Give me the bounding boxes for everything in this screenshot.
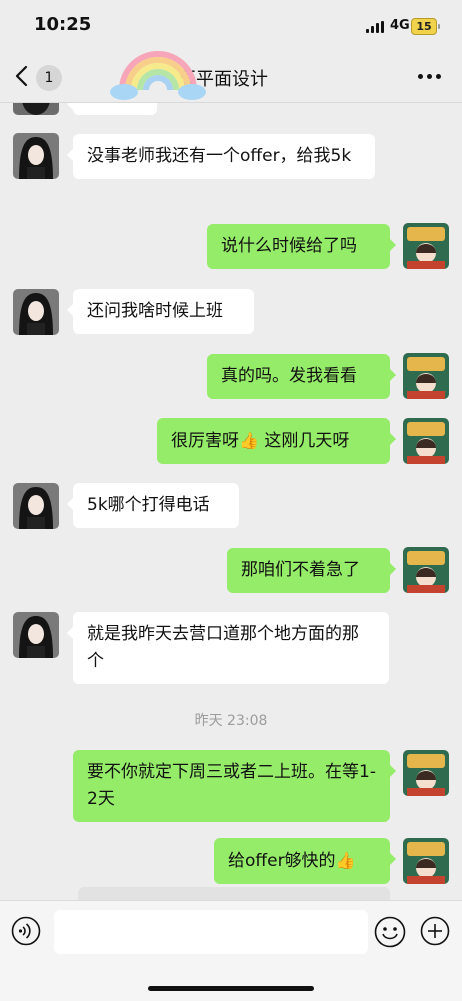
my-avatar[interactable] [403,418,449,464]
contact-avatar[interactable] [13,483,59,529]
message-bubble[interactable]: 还问我啥时候上班 [67,289,254,334]
message-text: 说什么时候给了吗 [221,236,357,256]
message-bubble[interactable]: 那咱们不着急了 [227,548,396,593]
message-text: 还问我啥时候上班 [87,301,223,321]
emoji-icon[interactable] [374,916,406,948]
my-avatar[interactable] [403,353,449,399]
signal-icon [366,21,384,33]
thumbs-up-emoji: 👍 [335,851,356,870]
chat-timestamp: 昨天 23:08 [194,713,268,729]
message-text: 就是我昨天去营口道那个地方面的那个 [87,624,359,671]
contact-avatar[interactable] [13,612,59,658]
status-bar: 10:25 4G 15 [0,0,462,52]
thumbs-up-emoji: 👍 [239,431,259,450]
message-bubble[interactable]: 给offer够快的👍 [214,838,396,884]
message-text: 这刚几天呀 [258,431,350,451]
contact-avatar[interactable] [13,289,59,335]
my-avatar[interactable] [403,223,449,269]
message-text: 没事老师我还有一个offer，给我5k [87,146,352,166]
message-text: 真的吗。发我看看 [221,366,357,386]
message-bubble[interactable]: 就是我昨天去营口道那个地方面的那个 [67,612,389,684]
message-input[interactable] [54,910,368,954]
my-avatar[interactable] [403,838,449,884]
message-bubble[interactable]: 真的吗。发我看看 [207,354,396,399]
chat-header: 1 辰平面设计 [0,52,462,103]
message-text: 很厉害呀 [171,431,239,451]
message-text: 那咱们不着急了 [241,560,360,580]
back-chevron-icon[interactable] [14,64,30,88]
rainbow-sticker-icon [110,51,206,100]
message-list[interactable]: 没事老师我还有一个offer，给我5k 说什么时候给了吗 还问我啥时候上班 真的… [0,103,462,900]
message-bubble-partial [67,103,157,115]
message-text: 给offer够快的 [228,851,336,871]
message-bubble[interactable]: 要不你就定下周三或者二上班。在等1-2天 [73,750,396,822]
contact-avatar[interactable] [13,133,59,179]
voice-icon[interactable] [11,916,41,946]
quoted-message-partial [78,887,390,900]
message-bubble[interactable]: 5k哪个打得电话 [67,483,239,528]
message-bubble[interactable]: 很厉害呀👍 这刚几天呀 [157,418,396,464]
unread-count-badge[interactable]: 1 [36,65,62,91]
message-bubble[interactable]: 说什么时候给了吗 [207,224,396,269]
network-type: 4G [390,18,410,33]
my-avatar[interactable] [403,547,449,593]
plus-icon[interactable] [420,916,450,946]
more-dots-icon[interactable] [418,74,442,80]
my-avatar[interactable] [403,750,449,796]
battery-icon: 15 [411,18,440,35]
message-text: 5k哪个打得电话 [87,495,210,515]
home-indicator [148,986,314,991]
status-time: 10:25 [34,14,92,35]
contact-avatar[interactable] [13,103,59,115]
message-text: 要不你就定下周三或者二上班。在等1-2天 [87,762,376,809]
message-bubble[interactable]: 没事老师我还有一个offer，给我5k [67,134,375,179]
